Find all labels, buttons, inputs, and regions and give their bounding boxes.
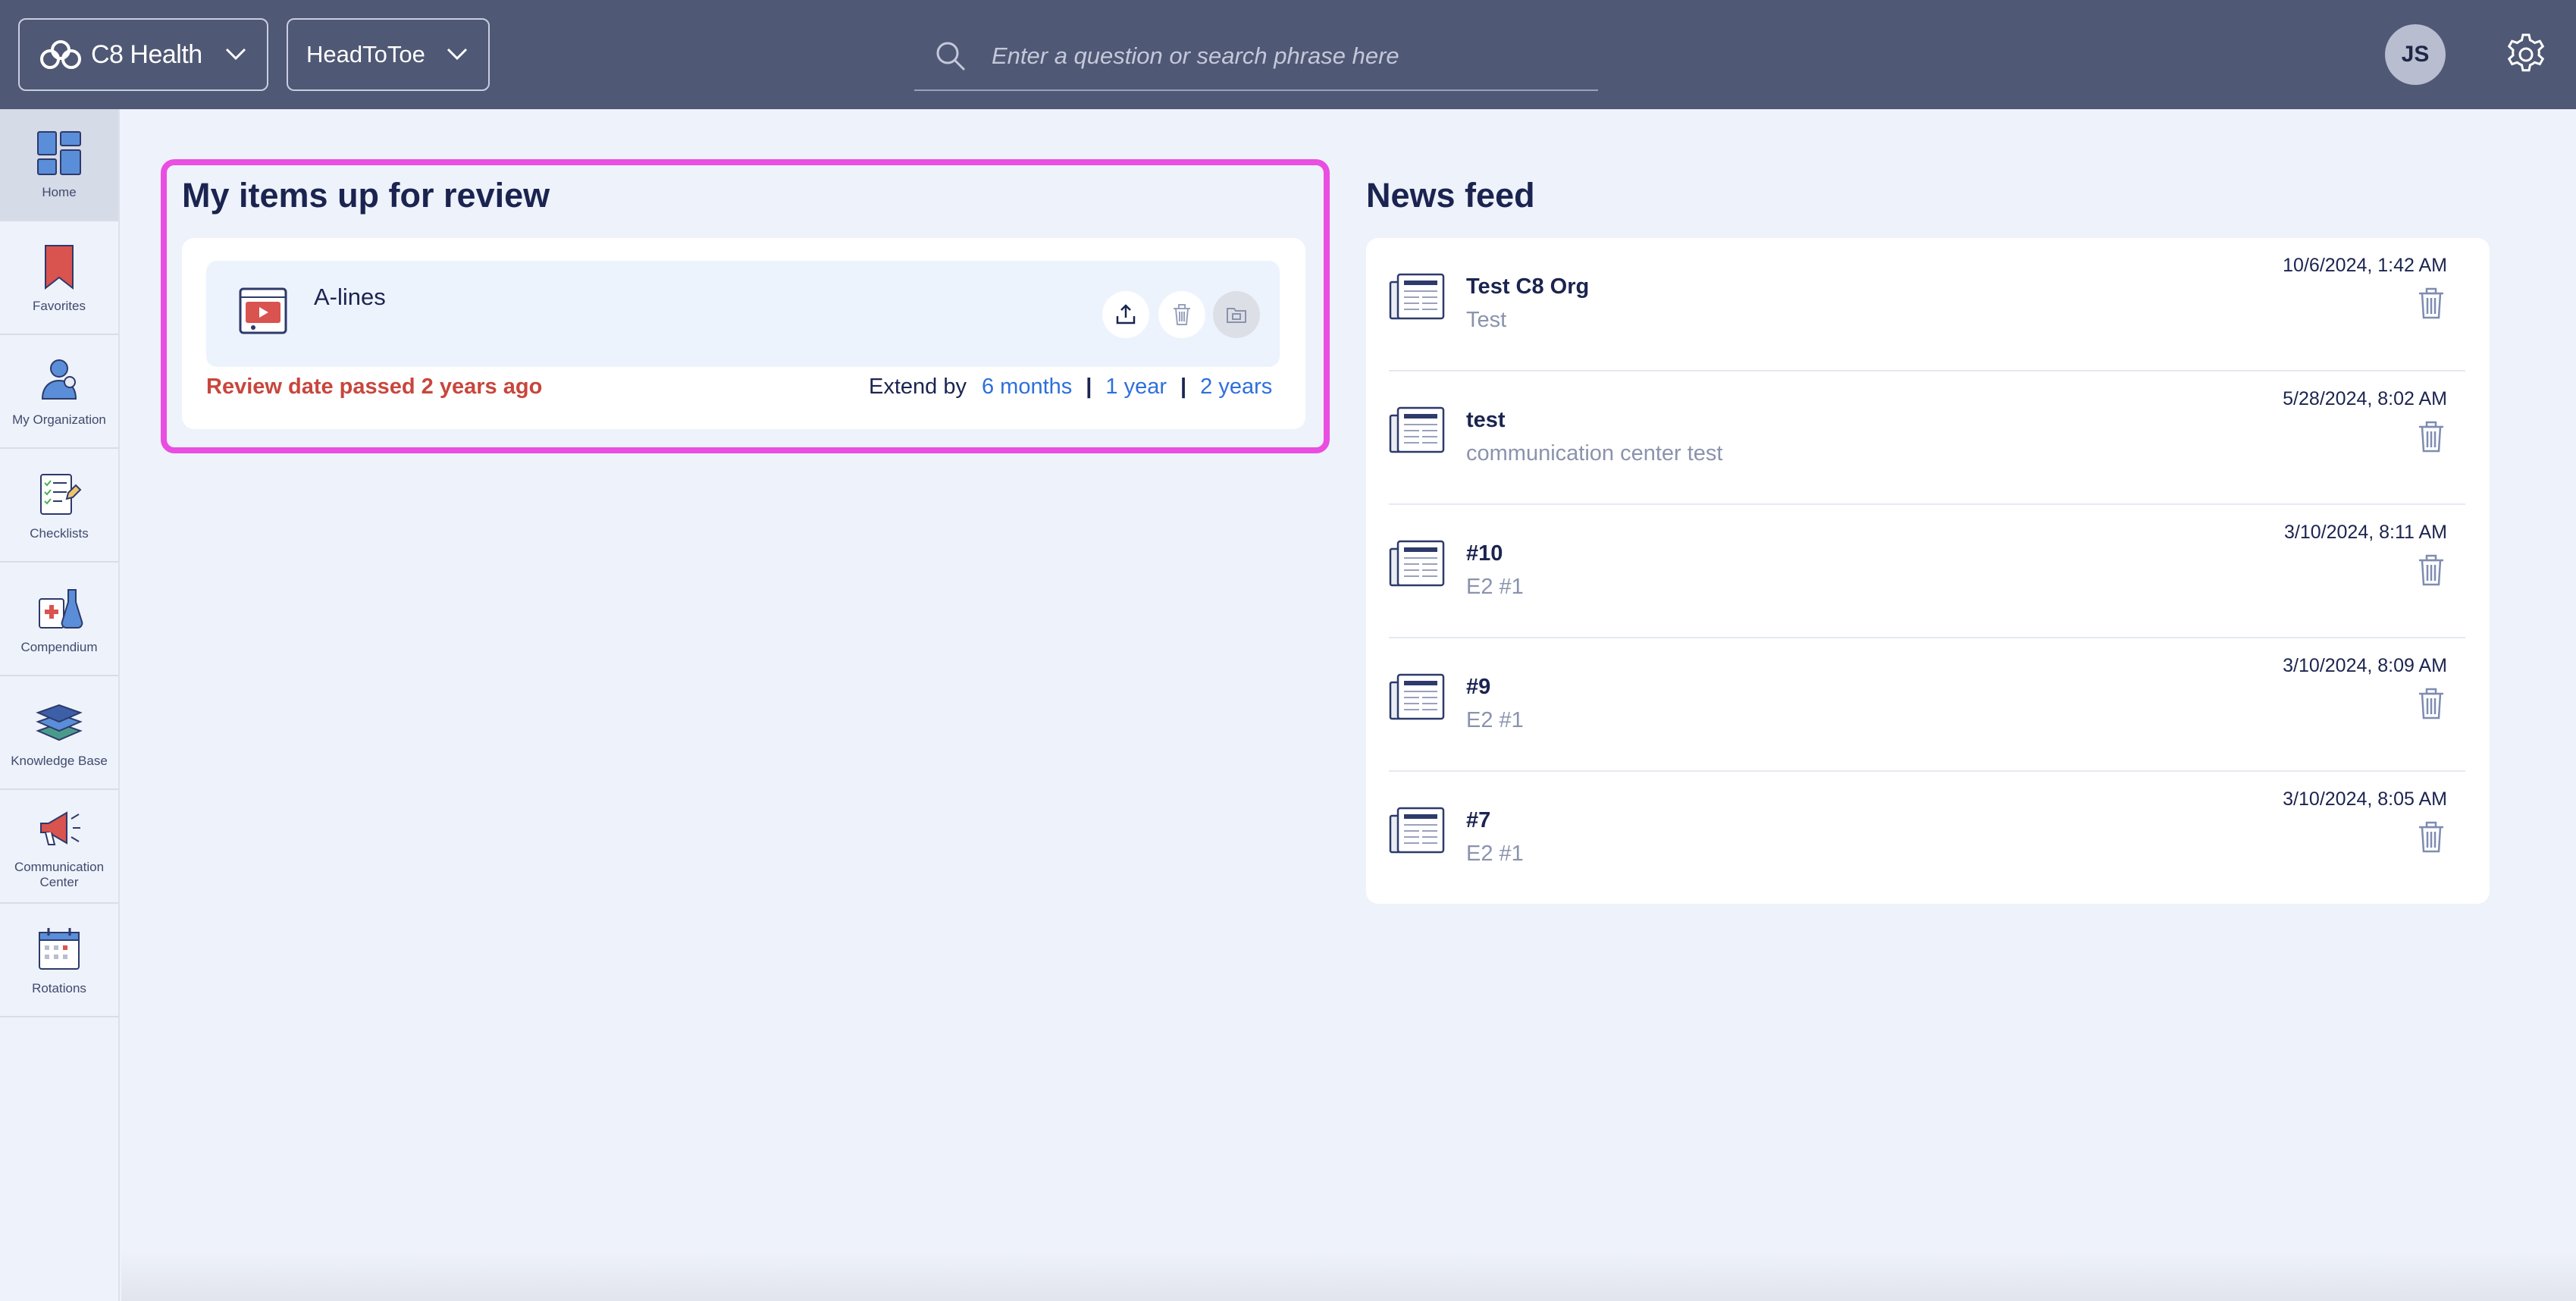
news-item-date: 3/10/2024, 8:05 AM bbox=[2283, 788, 2447, 810]
sidebar-item-label: Checklists bbox=[30, 526, 89, 541]
org-selector[interactable]: C8 Health bbox=[18, 18, 268, 91]
news-item[interactable]: #9 E2 #1 3/10/2024, 8:09 AM bbox=[1389, 638, 2465, 772]
news-item-title: #10 bbox=[1466, 541, 1503, 566]
sidebar-item-favorites[interactable]: Favorites bbox=[0, 223, 118, 335]
trash-icon[interactable] bbox=[2417, 420, 2446, 453]
megaphone-icon bbox=[40, 811, 80, 845]
sidebar-item-label: Home bbox=[42, 185, 77, 199]
books-icon bbox=[36, 704, 83, 741]
trash-icon[interactable] bbox=[2417, 287, 2446, 320]
sidebar-item-label: Compendium bbox=[20, 640, 98, 654]
video-document-icon bbox=[239, 287, 287, 334]
checklist-icon bbox=[40, 474, 82, 515]
news-item-date: 3/10/2024, 8:11 AM bbox=[2284, 522, 2447, 543]
sidebar-item-checklists[interactable]: Checklists bbox=[0, 450, 118, 563]
trash-icon[interactable] bbox=[2417, 820, 2446, 854]
newspaper-icon bbox=[1389, 807, 1445, 854]
top-bar: C8 Health HeadToToe JS bbox=[0, 0, 2576, 109]
delete-item-button[interactable] bbox=[1158, 291, 1205, 338]
news-item-title: Test C8 Org bbox=[1466, 274, 1590, 299]
news-item[interactable]: #7 E2 #1 3/10/2024, 8:05 AM bbox=[1389, 772, 2465, 905]
newspaper-icon bbox=[1389, 406, 1445, 453]
news-item[interactable]: test communication center test 5/28/2024… bbox=[1389, 371, 2465, 505]
sidebar-item-my-organization[interactable]: My Organization bbox=[0, 337, 118, 449]
news-item-title: test bbox=[1466, 408, 1506, 432]
trash-icon[interactable] bbox=[2417, 553, 2446, 587]
sidebar-item-label: Communication Center bbox=[14, 860, 105, 889]
upload-button[interactable] bbox=[1102, 291, 1149, 338]
sidebar-item-rotations[interactable]: Rotations bbox=[0, 905, 118, 1017]
sidebar-item-label: Rotations bbox=[32, 981, 86, 995]
news-item-title: #9 bbox=[1466, 675, 1491, 699]
archive-folder-button[interactable] bbox=[1213, 291, 1260, 338]
news-feed-title: News feed bbox=[1366, 176, 1535, 215]
news-item-title: #7 bbox=[1466, 808, 1491, 832]
extend-options: Extend by 6 months | 1 year | 2 years bbox=[869, 375, 1272, 400]
sidebar-item-knowledge-base[interactable]: Knowledge Base bbox=[0, 678, 118, 790]
chevron-down-icon bbox=[225, 48, 246, 61]
user-avatar[interactable]: JS bbox=[2385, 24, 2446, 85]
chevron-down-icon bbox=[447, 48, 468, 61]
sidebar-item-label: Favorites bbox=[33, 299, 86, 313]
home-grid-icon bbox=[37, 131, 81, 175]
extend-6-months-link[interactable]: 6 months bbox=[982, 375, 1072, 400]
department-name: HeadToToe bbox=[306, 41, 425, 67]
bottom-shade bbox=[121, 1251, 2576, 1301]
search-bar bbox=[914, 23, 1598, 91]
news-item[interactable]: #10 E2 #1 3/10/2024, 8:11 AM bbox=[1389, 505, 2465, 638]
upload-icon bbox=[1116, 304, 1136, 324]
org-name: C8 Health bbox=[91, 39, 202, 69]
newspaper-icon bbox=[1389, 673, 1445, 720]
medical-flask-icon bbox=[39, 589, 83, 629]
review-panel-title: My items up for review bbox=[182, 176, 550, 215]
review-item-name: A-lines bbox=[314, 284, 386, 310]
gear-icon[interactable] bbox=[2503, 32, 2549, 77]
people-icon bbox=[41, 359, 77, 400]
extend-1-year-link[interactable]: 1 year bbox=[1105, 375, 1167, 400]
extend-2-years-link[interactable]: 2 years bbox=[1200, 375, 1272, 400]
trash-icon[interactable] bbox=[2417, 687, 2446, 720]
separator: | bbox=[1180, 375, 1187, 399]
news-item-subtitle: E2 #1 bbox=[1466, 575, 1524, 599]
review-item[interactable]: A-lines bbox=[206, 261, 1280, 367]
trash-icon bbox=[1174, 304, 1190, 325]
news-item-subtitle: communication center test bbox=[1466, 441, 1723, 466]
news-item-subtitle: E2 #1 bbox=[1466, 708, 1524, 732]
sidebar-item-label: Knowledge Base bbox=[11, 754, 108, 768]
separator: | bbox=[1086, 375, 1092, 399]
newspaper-icon bbox=[1389, 273, 1445, 320]
search-input[interactable] bbox=[992, 36, 1583, 76]
sidebar-item-compendium[interactable]: Compendium bbox=[0, 564, 118, 676]
news-item[interactable]: Test C8 Org Test 10/6/2024, 1:42 AM bbox=[1389, 238, 2465, 371]
extend-label: Extend by bbox=[869, 375, 967, 399]
news-item-date: 5/28/2024, 8:02 AM bbox=[2283, 388, 2447, 409]
review-date-warning: Review date passed 2 years ago bbox=[206, 375, 543, 399]
news-item-subtitle: Test bbox=[1466, 308, 1507, 332]
bookmark-icon bbox=[45, 245, 74, 290]
calendar-icon bbox=[39, 928, 80, 970]
newspaper-icon bbox=[1389, 540, 1445, 587]
search-icon bbox=[936, 42, 966, 71]
sidebar-item-communication-center[interactable]: Communication Center bbox=[0, 792, 118, 904]
department-selector[interactable]: HeadToToe bbox=[287, 18, 490, 91]
news-item-date: 10/6/2024, 1:42 AM bbox=[2283, 255, 2447, 276]
news-item-subtitle: E2 #1 bbox=[1466, 842, 1524, 866]
sidebar-item-label: My Organization bbox=[12, 412, 106, 427]
folder-icon bbox=[1227, 308, 1246, 323]
c8-logo-icon bbox=[40, 40, 81, 69]
sidebar: Home Favorites My Organization Checklist… bbox=[0, 109, 120, 1301]
sidebar-item-home[interactable]: Home bbox=[0, 109, 118, 221]
news-item-date: 3/10/2024, 8:09 AM bbox=[2283, 655, 2447, 676]
